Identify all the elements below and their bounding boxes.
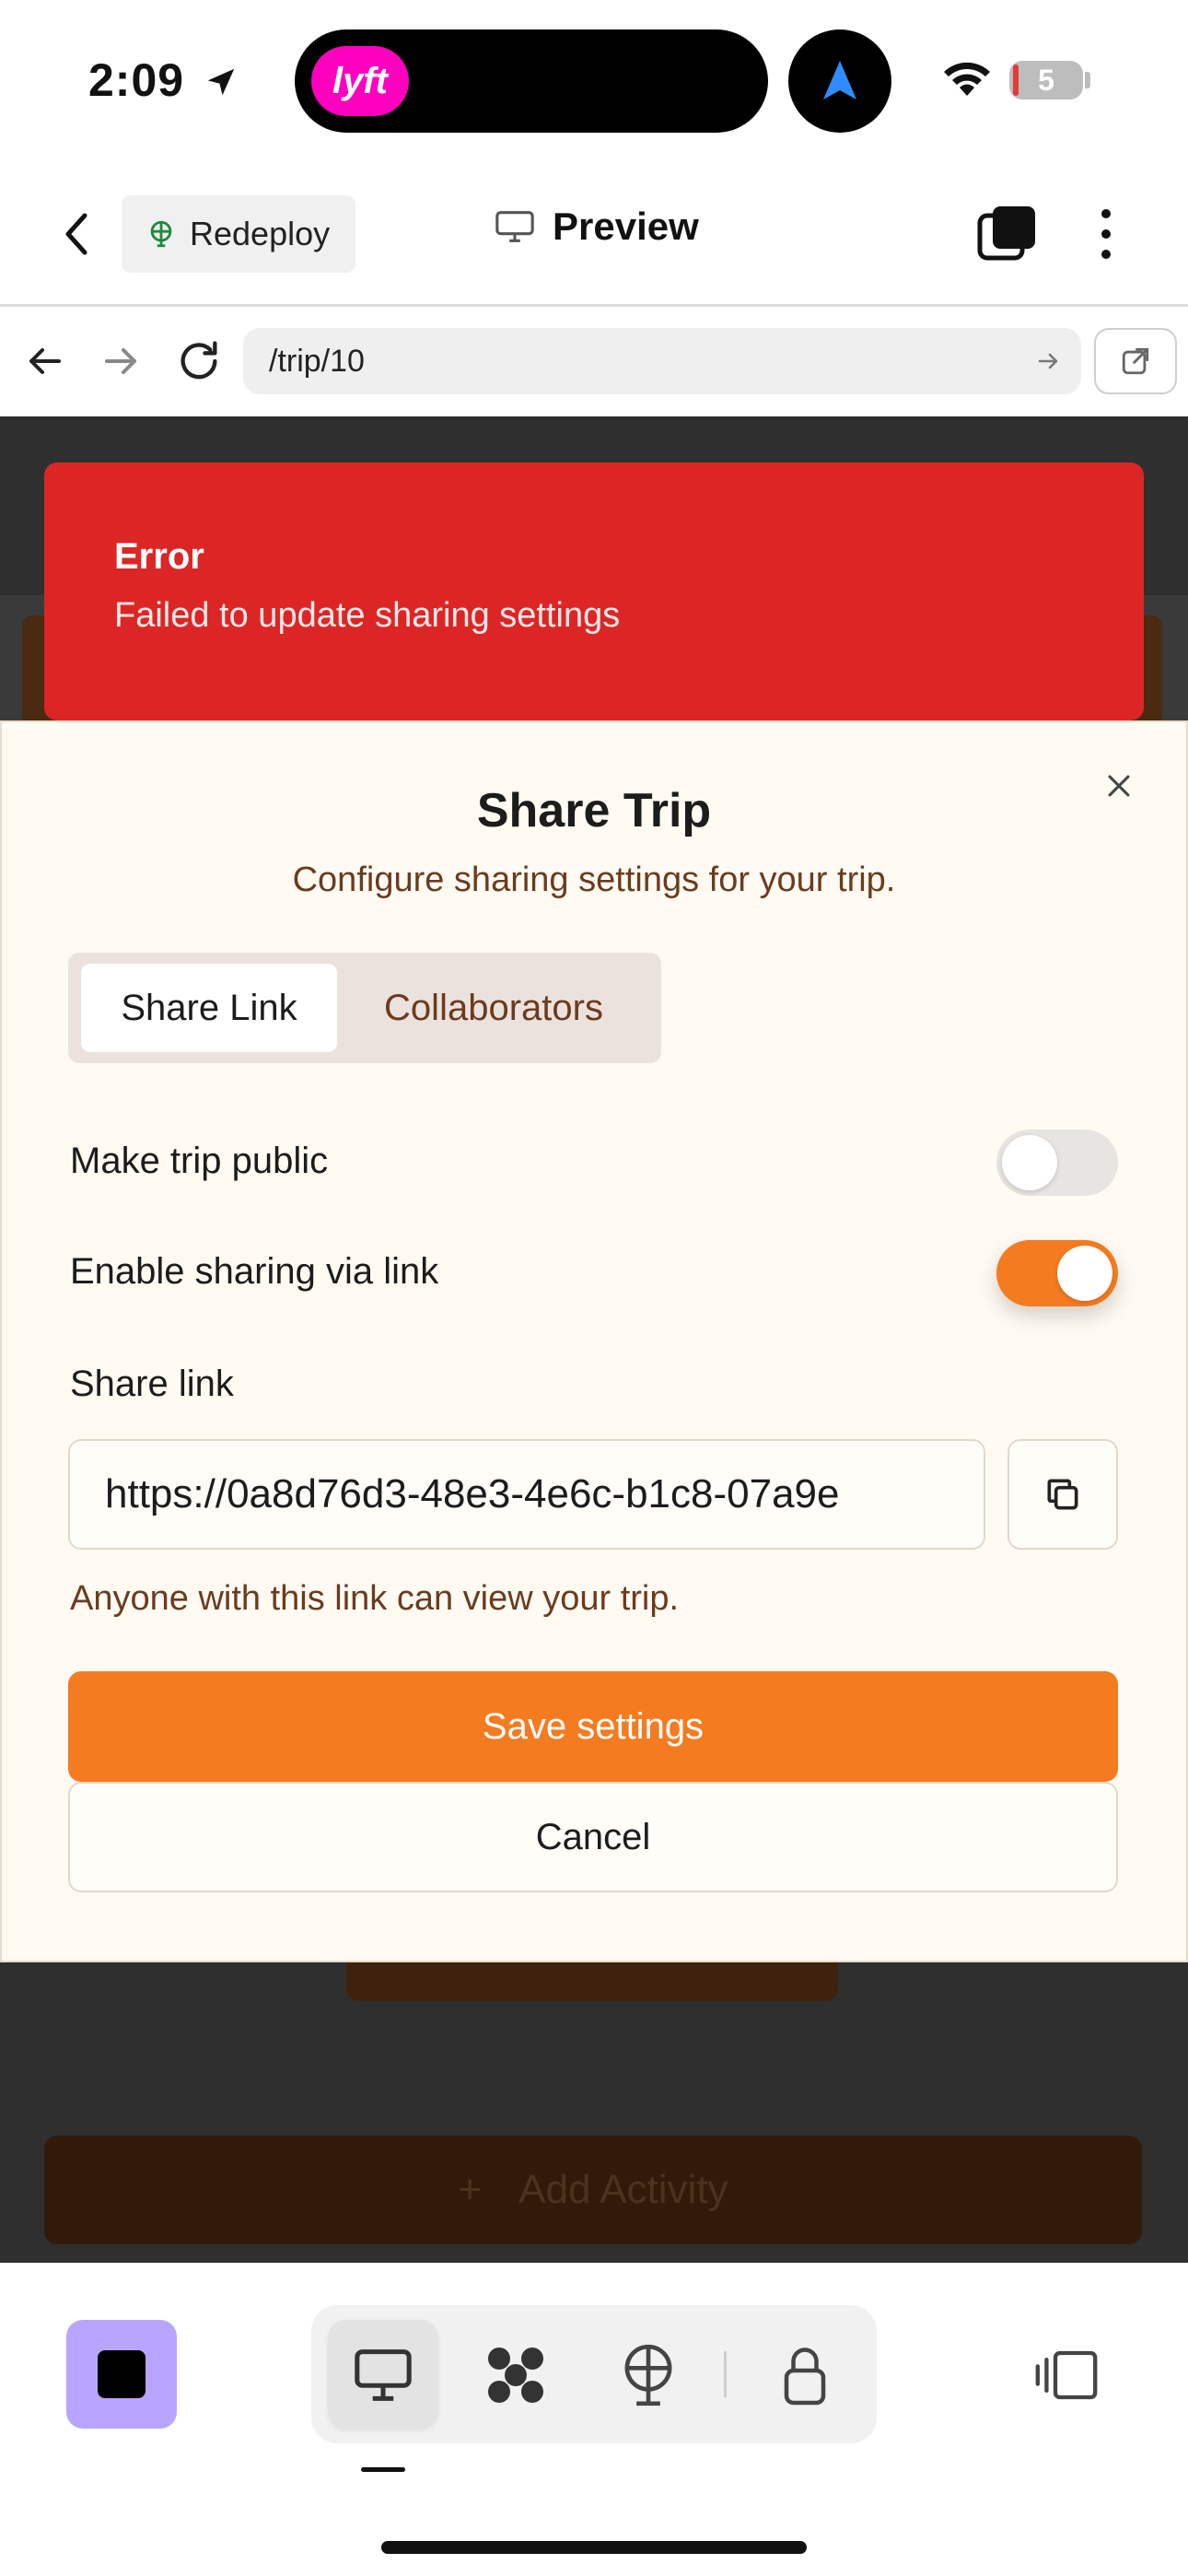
pattern-icon xyxy=(488,2348,543,2403)
battery-indicator: 5 xyxy=(1009,61,1083,100)
redeploy-button[interactable]: Redeploy xyxy=(122,195,355,273)
header-divider xyxy=(0,304,1188,307)
reload-icon[interactable] xyxy=(175,337,223,385)
more-vertical-icon[interactable] xyxy=(1092,205,1120,263)
tab-share-link[interactable]: Share Link xyxy=(81,964,337,1052)
cancel-button[interactable]: Cancel xyxy=(68,1782,1118,1892)
error-toast: Error Failed to update sharing settings xyxy=(44,463,1144,720)
tool-pattern[interactable] xyxy=(470,2329,562,2421)
save-settings-button[interactable]: Save settings xyxy=(68,1671,1118,1782)
tool-sidebar[interactable] xyxy=(1020,2329,1112,2421)
make-public-label: Make trip public xyxy=(70,1141,329,1181)
share-link-field[interactable]: https://0a8d76d3-48e3-4e6c-b1c8-07a9e xyxy=(68,1439,985,1550)
tool-lock[interactable] xyxy=(759,2329,851,2421)
go-arrow-icon[interactable] xyxy=(1037,350,1061,372)
stop-icon xyxy=(98,2350,146,2398)
lyft-live-activity[interactable]: lyft xyxy=(311,46,409,116)
monitor-icon xyxy=(355,2349,412,2401)
arrow-right-icon[interactable] xyxy=(101,343,142,380)
dialog-title: Share Trip xyxy=(476,784,712,837)
lock-icon xyxy=(784,2348,826,2406)
tool-globe[interactable] xyxy=(602,2329,694,2421)
battery-cap xyxy=(1085,72,1090,88)
globe-icon xyxy=(150,220,172,248)
open-external-button[interactable] xyxy=(1094,328,1177,394)
dialog-subtitle: Configure sharing settings for your trip… xyxy=(292,861,896,899)
toast-title: Error xyxy=(114,536,204,577)
home-indicator[interactable] xyxy=(381,2541,807,2554)
status-time: 2:09 xyxy=(88,53,239,107)
redeploy-label: Redeploy xyxy=(190,215,331,252)
location-arrow-icon xyxy=(207,68,235,96)
preview-title: Preview xyxy=(494,205,699,249)
url-input[interactable]: /trip/10 xyxy=(243,328,1081,394)
tool-monitor[interactable] xyxy=(337,2329,429,2421)
copy-link-button[interactable] xyxy=(1007,1439,1118,1550)
external-link-icon xyxy=(1122,347,1149,375)
tab-collaborators[interactable]: Collaborators xyxy=(350,964,637,1052)
share-link-label: Share link xyxy=(70,1364,234,1404)
battery-low-mark xyxy=(1013,64,1019,96)
copy-icon xyxy=(1047,1479,1078,1510)
toggle-knob xyxy=(1002,1135,1057,1190)
chevron-left-icon[interactable] xyxy=(57,206,98,262)
tabs-icon[interactable] xyxy=(974,203,1041,265)
arrow-left-icon[interactable] xyxy=(24,343,64,380)
share-link-value: https://0a8d76d3-48e3-4e6c-b1c8-07a9e xyxy=(105,1471,840,1516)
tool-separator xyxy=(724,2351,727,2397)
enable-link-label: Enable sharing via link xyxy=(70,1251,439,1292)
navigation-activity[interactable] xyxy=(788,29,891,133)
active-tool-indicator xyxy=(361,2467,405,2472)
stop-button[interactable] xyxy=(66,2320,177,2429)
toggle-knob xyxy=(1057,1246,1112,1301)
close-icon xyxy=(1108,775,1130,797)
url-path: /trip/10 xyxy=(269,343,365,379)
sidebar-icon xyxy=(1035,2350,1098,2400)
navigation-arrow-icon xyxy=(823,61,856,100)
enable-link-toggle[interactable] xyxy=(996,1240,1118,1306)
globe-icon xyxy=(624,2344,672,2406)
add-activity-button: + Add Activity xyxy=(44,2136,1142,2244)
share-link-helper: Anyone with this link can view your trip… xyxy=(70,1579,680,1618)
close-button[interactable] xyxy=(1096,763,1142,809)
toast-message: Failed to update sharing settings xyxy=(114,596,621,635)
wifi-icon xyxy=(944,62,990,96)
make-public-toggle[interactable] xyxy=(996,1130,1118,1196)
monitor-icon xyxy=(495,211,534,242)
